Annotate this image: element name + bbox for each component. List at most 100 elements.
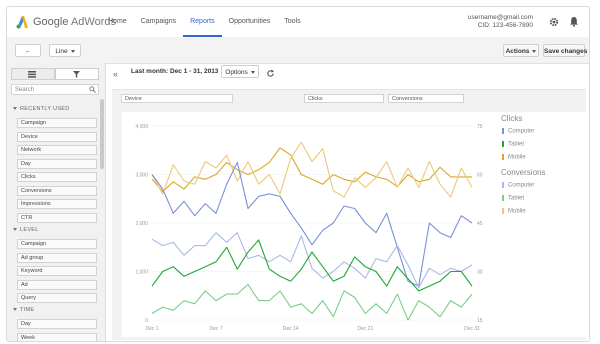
nav-home[interactable]: Home: [101, 7, 134, 37]
field-level-campaign[interactable]: Campaign: [17, 239, 97, 249]
chevron-down-icon: [532, 49, 537, 53]
collapse-triangle-icon: [13, 228, 17, 232]
field-day[interactable]: Day: [17, 158, 97, 169]
x-tick-label: Dec 7: [209, 326, 222, 332]
adwords-window: Google AdWords Home Campaigns Reports Op…: [6, 6, 590, 342]
legend-swatch: [502, 208, 504, 214]
legend-group-clicks: Clicks: [501, 114, 523, 123]
chart-legend: Clicks Computer Tablet Mobile Conversion…: [496, 112, 586, 337]
x-tick-label: Dec 31: [464, 326, 480, 332]
series-line-conversions-mobile: [151, 141, 473, 198]
account-info[interactable]: username@gmail.com CID: 123-456-7890: [468, 14, 533, 30]
nav-reports[interactable]: Reports: [183, 7, 222, 37]
back-arrow-icon: ←: [24, 48, 32, 55]
legend-item-clicks-computer[interactable]: Computer: [502, 128, 534, 135]
sidebar-tabs: [11, 68, 99, 80]
legend-item-conv-computer[interactable]: Computer: [502, 182, 534, 189]
legend-item-conv-mobile[interactable]: Mobile: [502, 208, 526, 215]
nav-opportunities[interactable]: Opportunities: [222, 7, 278, 37]
y-right-tick-label: 75: [477, 124, 483, 130]
options-button[interactable]: Options: [221, 65, 259, 78]
adwords-logo-icon: [16, 16, 28, 29]
field-keyword[interactable]: Keyword: [17, 266, 97, 276]
date-range-selector[interactable]: Last month: Dec 1 - 31, 2013: [131, 68, 226, 75]
actions-label: Actions: [505, 48, 530, 55]
y-right-tick-label: 15: [477, 318, 483, 324]
field-query[interactable]: Query: [17, 293, 97, 303]
y-left-tick-label: 1,000: [135, 270, 148, 276]
brand-google: Google: [33, 16, 69, 28]
field-ctr[interactable]: CTR: [17, 212, 97, 223]
field-campaign[interactable]: Campaign: [17, 118, 97, 128]
chart-type-select[interactable]: Line: [49, 44, 81, 57]
nav-tools[interactable]: Tools: [277, 7, 307, 37]
search-icon: [89, 86, 96, 93]
field-ad[interactable]: Ad: [17, 279, 97, 290]
field-conversions[interactable]: Conversions: [17, 185, 97, 196]
section-time[interactable]: TIME: [13, 307, 34, 313]
tab-filters[interactable]: [55, 68, 99, 80]
series-line-conversions-tablet: [151, 283, 473, 321]
x-tick-label: Dec 1: [145, 326, 158, 332]
y-left-tick-label: 0: [145, 318, 148, 324]
collapse-sidebar-icon[interactable]: «: [113, 69, 118, 79]
top-navigation-bar: Google AdWords Home Campaigns Reports Op…: [7, 7, 589, 38]
legend-swatch: [502, 154, 504, 160]
nav-campaigns[interactable]: Campaigns: [134, 7, 183, 37]
back-button[interactable]: ←: [15, 44, 41, 57]
collapse-triangle-icon: [13, 107, 17, 111]
actions-button[interactable]: Actions: [503, 44, 539, 57]
series-line-clicks-mobile: [151, 147, 472, 193]
section-level[interactable]: LEVEL: [13, 227, 39, 233]
line-chart: 0 1,000 2,000 3,000 4,000 15 30 45 60 75 Dec 1 Dec …: [135, 124, 483, 332]
plot-card: 0 1,000 2,000 3,000 4,000 15 30 45 60 75 Dec 1 Dec …: [122, 112, 496, 337]
bell-icon[interactable]: [569, 16, 579, 27]
options-label: Options: [225, 69, 248, 76]
y-right-tick-label: 30: [477, 270, 483, 276]
y-right-tick-label: 45: [477, 221, 483, 227]
field-impressions[interactable]: Impressions: [17, 199, 97, 209]
list-icon: [27, 71, 36, 78]
chart-type-label: Line: [55, 48, 68, 55]
x-tick-label: Dec 21: [357, 326, 373, 332]
metric-chip-conversions[interactable]: Conversions: [388, 94, 464, 103]
search-placeholder: Search: [15, 87, 35, 93]
chevron-down-icon: [250, 70, 255, 74]
section-recently-used[interactable]: RECENTLY USED: [13, 106, 70, 112]
sidebar-scrollbar[interactable]: [100, 99, 104, 169]
field-clicks[interactable]: Clicks: [17, 172, 97, 182]
y-left-tick-label: 2,000: [135, 221, 148, 227]
x-tick-label: Dec 14: [283, 326, 299, 332]
series-line-conversions-computer: [151, 232, 473, 289]
y-left-tick-label: 3,000: [135, 173, 148, 179]
field-time-day[interactable]: Day: [17, 319, 97, 329]
y-right-tick-label: 60: [477, 173, 483, 179]
legend-swatch: [502, 141, 504, 147]
sidebar-search-input[interactable]: Search: [11, 84, 99, 95]
legend-item-clicks-mobile[interactable]: Mobile: [502, 154, 526, 161]
account-cid: CID: 123-456-7890: [477, 22, 533, 29]
legend-group-conversions: Conversions: [501, 168, 546, 177]
metric-chip-clicks[interactable]: Clicks: [304, 94, 384, 103]
field-network[interactable]: Network: [17, 145, 97, 155]
legend-item-clicks-tablet[interactable]: Tablet: [502, 141, 524, 148]
report-toolbar: ← Line Actions Save changes: [7, 37, 589, 64]
field-ad-group[interactable]: Ad group: [17, 252, 97, 263]
legend-swatch: [502, 195, 504, 201]
gear-icon[interactable]: [549, 17, 559, 27]
legend-item-conv-tablet[interactable]: Tablet: [502, 195, 524, 202]
chevron-down-icon: [70, 49, 75, 53]
account-email: username@gmail.com: [467, 14, 533, 21]
save-changes-button[interactable]: Save changes: [543, 44, 587, 57]
main-nav: Home Campaigns Reports Opportunities Too…: [101, 7, 308, 37]
tab-columns[interactable]: [11, 68, 55, 80]
series-line-clicks-tablet: [151, 239, 473, 292]
field-week[interactable]: Week: [17, 332, 97, 341]
legend-swatch: [502, 182, 504, 188]
filter-icon: [72, 71, 80, 78]
sidebar: Search RECENTLY USED Campaign Device Net…: [7, 63, 106, 341]
field-device[interactable]: Device: [17, 131, 97, 142]
refresh-icon[interactable]: [266, 69, 275, 78]
row-dimension-chip[interactable]: Device: [121, 94, 233, 103]
collapse-triangle-icon: [13, 308, 17, 312]
